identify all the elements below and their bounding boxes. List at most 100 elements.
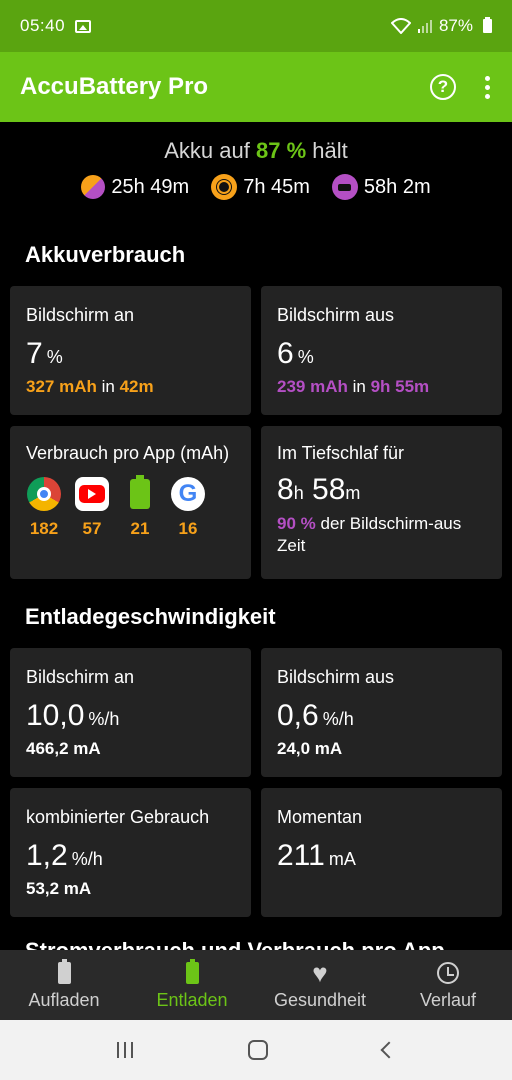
nav-tab-discharge[interactable]: Entladen — [128, 950, 256, 1020]
youtube-icon — [75, 477, 109, 511]
card-value: 7% — [26, 337, 235, 371]
sleep-icon — [331, 174, 358, 200]
sub-duration: 42m — [119, 377, 154, 396]
help-icon[interactable]: ? — [430, 74, 456, 100]
status-right: 87% — [390, 16, 492, 36]
summary-prefix: Akku auf — [164, 138, 250, 163]
nav-label: Verlauf — [419, 989, 477, 1010]
card-value: 1,2 %/h — [26, 839, 235, 873]
nav-label: Aufladen — [28, 989, 100, 1010]
summary-suffix: hält — [312, 138, 348, 163]
wifi-icon — [390, 18, 411, 34]
card-rate-current[interactable]: Momentan 211 mA — [261, 788, 502, 917]
status-battery-percent: 87% — [438, 16, 473, 35]
app-value: 182 — [29, 519, 59, 538]
card-deep-sleep[interactable]: Im Tiefschlaf für 8h 58m 90 % der Bildsc… — [261, 426, 502, 579]
discharging-battery-icon — [185, 958, 199, 984]
value-number: 0,6 — [277, 699, 319, 732]
card-sub: 90 % der Bildschirm-aus Zeit — [277, 513, 486, 557]
card-usage-screen-off[interactable]: Bildschirm aus 6% 239 mAh in 9h 55m — [261, 286, 502, 415]
sub-in: in — [352, 377, 366, 396]
estimate-sleep-value: 58h 2m — [363, 175, 431, 198]
sleep-hours-unit: h — [293, 483, 304, 503]
heart-icon: ♥ — [312, 957, 328, 988]
home-icon[interactable] — [247, 1040, 268, 1060]
card-label: Momentan — [277, 807, 363, 827]
card-rate-screen-off[interactable]: Bildschirm aus 0,6 %/h 24,0 mA — [261, 648, 502, 777]
value-number: 10,0 — [26, 699, 85, 732]
accubattery-icon — [123, 475, 157, 511]
value-unit: % — [46, 347, 63, 367]
nav-tab-charge[interactable]: Aufladen — [0, 950, 128, 1020]
estimate-combined-value: 25h 49m — [111, 175, 190, 198]
value-number: 6 — [277, 337, 294, 370]
card-label: Verbrauch pro App (mAh) — [26, 443, 230, 463]
nav-tab-history[interactable]: Verlauf — [384, 950, 512, 1020]
charging-battery-icon — [57, 958, 71, 984]
estimate-combined: 25h 49m — [81, 175, 189, 199]
card-value: 6% — [277, 337, 486, 371]
sleep-hours: 8 — [277, 473, 294, 506]
overflow-menu-icon[interactable] — [482, 75, 492, 99]
signal-icon — [417, 20, 432, 33]
app-item[interactable]: 57 — [74, 477, 110, 539]
card-sub: 327 mAh in 42m — [26, 377, 235, 397]
value-number: 1,2 — [26, 839, 68, 872]
sub-duration: 9h 55m — [370, 377, 430, 396]
card-rate-screen-on[interactable]: Bildschirm an 10,0 %/h 466,2 mA — [10, 648, 251, 777]
sun-icon — [211, 174, 238, 200]
history-icon — [437, 961, 459, 984]
card-label: Bildschirm an — [26, 667, 135, 687]
app-bar: AccuBattery Pro ? — [0, 52, 512, 122]
card-rate-combined[interactable]: kombinierter Gebrauch 1,2 %/h 53,2 mA — [10, 788, 251, 917]
app-item[interactable]: 182 — [26, 477, 62, 539]
card-value: 10,0 %/h — [26, 699, 235, 733]
card-sub: 53,2 mA — [26, 879, 92, 898]
chrome-icon — [27, 477, 61, 511]
app-value: 21 — [130, 519, 150, 538]
estimate-screen-on-value: 7h 45m — [243, 175, 310, 198]
card-usage-screen-on[interactable]: Bildschirm an 7% 327 mAh in 42m — [10, 286, 251, 415]
value-unit: %/h — [88, 709, 120, 729]
summary-line: Akku auf 87 % hält — [0, 138, 512, 164]
system-nav-bar — [0, 1020, 512, 1080]
card-usage-per-app[interactable]: Verbrauch pro App (mAh) 182 57 21 G 16 — [10, 426, 251, 579]
section-title-rate: Entladegeschwindigkeit — [25, 604, 276, 629]
app-item[interactable]: G 16 — [170, 477, 206, 539]
sub-mah: 239 mAh — [277, 377, 348, 396]
recent-apps-icon[interactable] — [117, 1042, 134, 1058]
battery-summary: Akku auf 87 % hält 25h 49m 7h 45m 58h 2m — [0, 138, 512, 200]
card-sub: 24,0 mA — [277, 739, 343, 758]
card-label: Bildschirm aus — [277, 305, 395, 325]
app-list: 182 57 21 G 16 — [26, 475, 235, 539]
summary-estimates: 25h 49m 7h 45m 58h 2m — [0, 174, 512, 200]
card-value: 8h 58m — [277, 473, 486, 507]
value-number: 7 — [26, 337, 43, 370]
combined-usage-icon — [81, 175, 106, 199]
estimate-screen-on: 7h 45m — [211, 174, 310, 200]
bottom-nav: Aufladen Entladen ♥ Gesundheit Verlauf — [0, 950, 512, 1020]
nav-tab-health[interactable]: ♥ Gesundheit — [256, 950, 384, 1020]
estimate-sleep: 58h 2m — [331, 174, 431, 200]
app-item[interactable]: 21 — [122, 475, 158, 539]
value-unit: %/h — [71, 849, 103, 869]
section-title-usage: Akkuverbrauch — [25, 242, 186, 267]
sleep-percent: 90 % — [277, 514, 316, 533]
card-value: 0,6 %/h — [277, 699, 486, 733]
back-icon[interactable] — [380, 1041, 398, 1059]
sleep-minutes-unit: m — [345, 483, 361, 503]
google-icon: G — [171, 477, 205, 511]
sub-in: in — [101, 377, 115, 396]
value-unit: % — [297, 347, 314, 367]
summary-percent: 87 % — [255, 138, 307, 163]
image-notification-icon — [75, 19, 92, 33]
nav-label: Entladen — [156, 989, 228, 1010]
card-label: Bildschirm aus — [277, 667, 395, 687]
app-bar-actions: ? — [430, 74, 492, 100]
app-value: 57 — [82, 519, 102, 538]
card-value: 211 mA — [277, 839, 486, 873]
app-title: AccuBattery Pro — [20, 73, 209, 100]
card-label: Im Tiefschlaf für — [277, 443, 405, 463]
value-number: 211 — [277, 839, 325, 872]
sub-mah: 327 mAh — [26, 377, 97, 396]
